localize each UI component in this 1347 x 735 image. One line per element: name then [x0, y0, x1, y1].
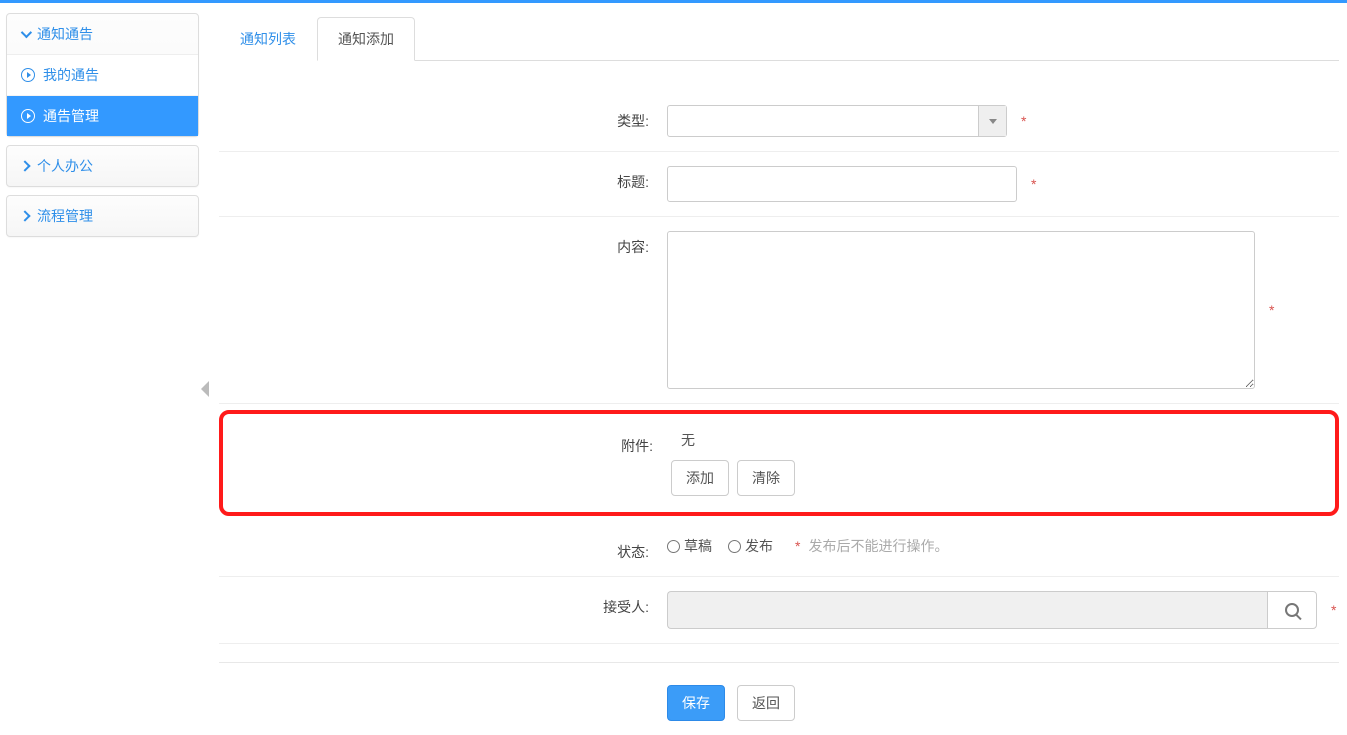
radio-input[interactable] [667, 540, 680, 553]
radio-label-text: 发布 [745, 536, 773, 556]
dropdown-arrow-icon [978, 106, 1006, 136]
row-title: 标题: * [219, 152, 1339, 217]
tabs: 通知列表 通知添加 [219, 17, 1339, 61]
required-mark: * [1031, 176, 1036, 192]
status-hint: 发布后不能进行操作。 [808, 536, 948, 556]
sidebar-subitems: 我的通告 通告管理 [7, 54, 198, 136]
sidebar-collapse-handle[interactable] [201, 381, 209, 397]
sidebar-item-notice-manage[interactable]: 通告管理 [7, 96, 198, 136]
label-title: 标题: [219, 166, 649, 192]
button-label: 保存 [682, 695, 710, 711]
sidebar-item-label: 通告管理 [43, 106, 99, 126]
actions-row: 保存 返回 [219, 662, 1339, 721]
sidebar-item-label: 流程管理 [37, 206, 93, 226]
sidebar-panel-notices: 通知通告 我的通告 通告管理 [6, 13, 199, 137]
sidebar-item-label: 个人办公 [37, 156, 93, 176]
attachment-clear-button[interactable]: 清除 [737, 460, 795, 496]
tab-label: 通知添加 [338, 31, 394, 47]
label-content: 内容: [219, 231, 649, 257]
button-label: 清除 [752, 470, 780, 486]
sidebar-panel-personal: 个人办公 [6, 145, 199, 187]
save-button[interactable]: 保存 [667, 685, 725, 721]
row-status: 状态: 草稿 发布 * 发布后不能进行操作。 [219, 522, 1339, 577]
chevron-right-icon [19, 210, 30, 221]
title-input[interactable] [667, 166, 1017, 202]
required-mark: * [795, 538, 800, 554]
type-select[interactable] [667, 105, 1007, 137]
radio-label-text: 草稿 [684, 536, 712, 556]
recipient-group [667, 591, 1317, 629]
row-type: 类型: * [219, 91, 1339, 152]
sidebar-section-notices[interactable]: 通知通告 [7, 14, 198, 54]
required-mark: * [1331, 602, 1336, 618]
row-recipient: 接受人: * [219, 577, 1339, 644]
tab-notice-add[interactable]: 通知添加 [317, 17, 415, 61]
row-content: 内容: * [219, 217, 1339, 404]
form: 类型: * 标题: * 内容: [219, 61, 1339, 721]
sidebar-item-my-notices[interactable]: 我的通告 [7, 55, 198, 96]
attachment-add-button[interactable]: 添加 [671, 460, 729, 496]
layout: 通知通告 我的通告 通告管理 个人办公 流程管理 [0, 3, 1347, 735]
required-mark: * [1021, 113, 1026, 129]
sidebar-panel-process: 流程管理 [6, 195, 199, 237]
status-publish-radio[interactable]: 发布 [728, 536, 773, 556]
sidebar: 通知通告 我的通告 通告管理 个人办公 流程管理 [0, 3, 205, 735]
arrow-circle-icon [21, 68, 35, 82]
arrow-circle-icon [21, 109, 35, 123]
status-draft-radio[interactable]: 草稿 [667, 536, 712, 556]
sidebar-section-personal[interactable]: 个人办公 [7, 146, 198, 186]
label-status: 状态: [219, 536, 649, 562]
sidebar-item-label: 我的通告 [43, 65, 99, 85]
tab-notice-list[interactable]: 通知列表 [219, 17, 317, 61]
sidebar-section-label: 通知通告 [37, 24, 93, 44]
highlight-attachment: 附件: 无 添加 清除 [219, 410, 1339, 516]
content-textarea[interactable] [667, 231, 1255, 389]
chevron-down-icon [21, 27, 32, 38]
tab-label: 通知列表 [240, 31, 296, 47]
button-label: 添加 [686, 470, 714, 486]
recipient-search-button[interactable] [1267, 591, 1317, 629]
required-mark: * [1269, 302, 1274, 318]
recipient-input[interactable] [667, 591, 1267, 629]
attachment-value: 无 [671, 430, 1335, 450]
label-attachment: 附件: [223, 430, 653, 496]
label-type: 类型: [219, 105, 649, 131]
search-icon [1285, 603, 1299, 617]
radio-input[interactable] [728, 540, 741, 553]
label-recipient: 接受人: [219, 591, 649, 617]
main-content: 通知列表 通知添加 类型: * 标题: [205, 3, 1347, 735]
sidebar-section-process[interactable]: 流程管理 [7, 196, 198, 236]
chevron-right-icon [19, 160, 30, 171]
button-label: 返回 [752, 695, 780, 711]
back-button[interactable]: 返回 [737, 685, 795, 721]
